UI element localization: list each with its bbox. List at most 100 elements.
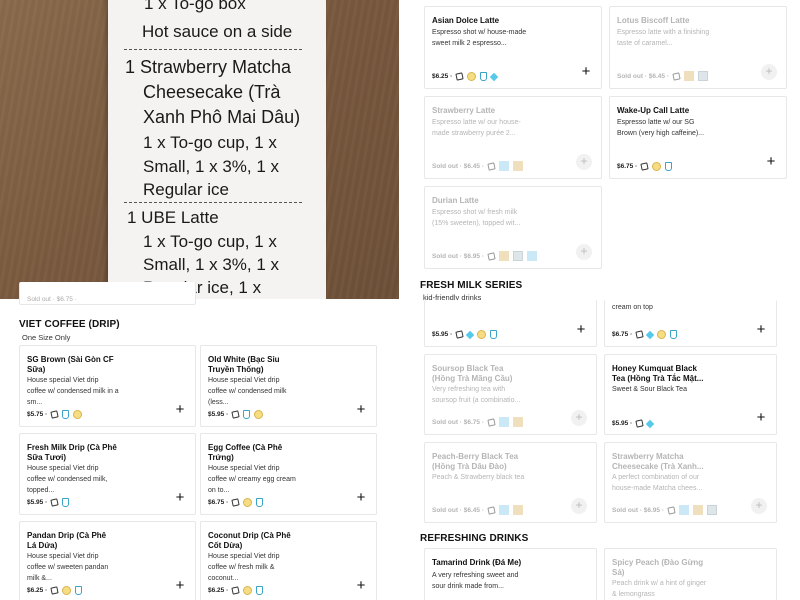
item-price: Sold out · $6.45 · (432, 162, 485, 170)
thumbs-up-icon (667, 505, 676, 515)
receipt-line: 1 x To-go box (144, 0, 246, 13)
menu-card[interactable]: Honey Kumquat Black Tea (Hồng Trà Tắc Mậ… (604, 354, 777, 435)
item-name: Coconut Drip (Cà Phê Cốt Dừa) (208, 531, 291, 550)
item-meta: $5.95 · (612, 419, 655, 428)
thumbs-up-icon (50, 498, 59, 507)
section-title-refreshing: REFRESHING DRINKS (420, 533, 529, 544)
item-meta: $6.75 · (617, 162, 673, 171)
item-price: $5.95 · (432, 331, 453, 338)
item-description: Espresso latte with a finishing taste of… (617, 29, 710, 47)
menu-card-sold-out[interactable]: Peach-Berry Black Tea (Hồng Trà Dâu Đào)… (424, 442, 597, 523)
item-description: Espresso latte w/ our SG Brown (very hig… (617, 119, 705, 137)
menu-card[interactable]: Asian Dolce Latte Espresso shot w/ house… (424, 6, 602, 89)
item-price: $5.95 · (27, 499, 48, 506)
menu-card[interactable]: Coconut Drip (Cà Phê Cốt Dừa) House spec… (200, 521, 377, 600)
menu-card-sold-out[interactable]: Strawberry Matcha Cheesecake (Trà Xanh..… (604, 442, 777, 523)
item-price: Sold out · $6.45 · (617, 72, 670, 80)
menu-card-sold-out[interactable]: Soursop Black Tea (Hồng Trà Mãng Cầu) Ve… (424, 354, 597, 435)
receipt-line: 1 UBE Latte (127, 208, 219, 227)
item-meta: $5.95 · (27, 498, 70, 507)
item-thumbnail-icon (513, 161, 524, 171)
add-item-button[interactable]: + (355, 578, 367, 593)
item-description: A perfect combination of our house-made … (612, 474, 703, 492)
menu-card[interactable]: Wake-Up Call Latte Espresso latte w/ our… (609, 96, 787, 179)
item-price: $6.75 · (617, 163, 638, 170)
cup-icon (256, 498, 264, 507)
receipt-line: Xanh Phô Mai Dâu) (143, 107, 301, 127)
item-description: House special Viet drip coffee w/ sweete… (27, 553, 109, 582)
add-item-button[interactable]: + (575, 322, 587, 337)
receipt-line: 1 Strawberry Matcha (125, 57, 292, 77)
smile-icon (254, 410, 264, 419)
item-meta: $6.75 · (612, 330, 678, 339)
menu-card-sold-out[interactable]: Lotus Biscoff Latte Espresso latte with … (609, 6, 787, 89)
smile-icon (657, 330, 667, 339)
item-meta: $5.95 · (432, 330, 498, 339)
add-item-button[interactable]: + (765, 154, 777, 169)
menu-card-cutoff[interactable]: Sold out · $6.75 · (19, 282, 196, 305)
add-item-button[interactable]: + (580, 64, 592, 79)
item-price: Sold out · $6.95 · (432, 252, 485, 260)
item-meta: Sold out · $6.75 · (432, 417, 524, 427)
item-thumbnail-icon (513, 417, 524, 427)
add-item-button[interactable]: + (571, 410, 587, 426)
smile-icon (243, 498, 253, 507)
ice-icon (490, 72, 499, 81)
add-item-button[interactable]: + (751, 498, 767, 514)
menu-card[interactable]: Egg Coffee (Cà Phê Trứng) House special … (200, 433, 377, 515)
item-meta: Sold out · $6.45 · (432, 505, 524, 515)
ice-icon (646, 330, 655, 339)
item-price: $6.75 · (208, 499, 229, 506)
section-title-fresh-milk: FRESH MILK SERIES (420, 280, 523, 291)
item-name: Strawberry Matcha Cheesecake (Trà Xanh..… (612, 452, 704, 471)
item-thumbnail-icon (684, 71, 695, 81)
item-name: Fresh Milk Drip (Cà Phê Sữa Tươi) (27, 443, 117, 462)
menu-card[interactable]: Pandan Drip (Cà Phê Lá Dứa) House specia… (19, 521, 196, 600)
menu-card-sold-out[interactable]: Strawberry Latte Espresso latte w/ our h… (424, 96, 602, 179)
item-meta: $6.25 · (27, 586, 83, 595)
item-description: House special Viet drip coffee w/ conden… (208, 377, 287, 406)
menu-card[interactable]: Tamarind Drink (Đá Me) A very refreshing… (424, 548, 597, 600)
thumbs-up-icon (487, 505, 496, 515)
add-item-button[interactable]: + (755, 322, 767, 337)
menu-card[interactable]: cream on top $6.75 · + (604, 300, 777, 347)
add-item-button[interactable]: + (755, 410, 767, 425)
add-item-button[interactable]: + (761, 64, 777, 80)
add-item-button[interactable]: + (174, 490, 186, 505)
thumbs-up-icon (640, 162, 649, 171)
menu-card[interactable]: $5.95 · + (424, 300, 597, 347)
menu-card[interactable]: Fresh Milk Drip (Cà Phê Sữa Tươi) House … (19, 433, 196, 515)
add-item-button[interactable]: + (571, 498, 587, 514)
add-item-button[interactable]: + (576, 154, 592, 170)
item-meta: $5.95 · (208, 410, 264, 419)
add-item-button[interactable]: + (174, 578, 186, 593)
thumbs-up-icon (231, 410, 240, 419)
menu-card-sold-out[interactable]: Durian Latte Espresso shot w/ fresh milk… (424, 186, 602, 269)
section-subtitle: One Size Only (22, 333, 71, 342)
item-name: Egg Coffee (Cà Phê Trứng) (208, 443, 283, 462)
add-item-button[interactable]: + (576, 244, 592, 260)
item-price: $6.25 · (208, 587, 229, 594)
add-item-button[interactable]: + (174, 402, 186, 417)
menu-card-sold-out[interactable]: Spicy Peach (Đào Gừng Sả) Peach drink w/… (604, 548, 777, 600)
thumbs-up-icon (635, 419, 644, 428)
item-description: cream on top (612, 304, 653, 311)
item-meta: Sold out · $6.45 · (617, 71, 709, 81)
cup-icon (243, 410, 251, 419)
add-item-button[interactable]: + (355, 490, 367, 505)
item-meta: Sold out · $6.95 · (432, 251, 538, 261)
item-price: Sold out · $6.95 · (612, 506, 665, 514)
menu-card[interactable]: SG Brown (Sài Gòn CF Sữa) House special … (19, 345, 196, 427)
item-name: Strawberry Latte (432, 106, 496, 115)
cup-icon (75, 586, 83, 595)
item-name: Lotus Biscoff Latte (617, 16, 690, 25)
add-item-button[interactable]: + (355, 402, 367, 417)
item-thumbnail-icon (513, 251, 524, 261)
item-thumbnail-icon (707, 505, 718, 515)
ice-icon (466, 330, 475, 339)
receipt-photo: 1 x To-go box Hot sauce on a side 1 Stra… (0, 0, 399, 299)
item-description: Peach & Strawberry black tea (432, 474, 525, 481)
receipt-divider (124, 49, 302, 50)
smile-icon (243, 586, 253, 595)
menu-card[interactable]: Old White (Bạc Sỉu Truyền Thống) House s… (200, 345, 377, 427)
